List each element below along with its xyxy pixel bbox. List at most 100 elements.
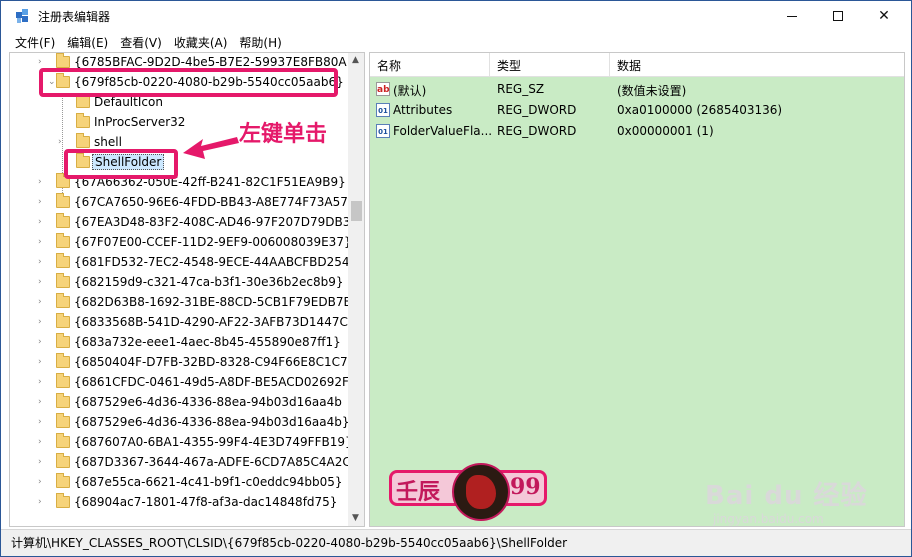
menu-edit[interactable]: 编辑(E)	[61, 32, 114, 52]
value-data: (数值未设置)	[617, 84, 687, 98]
tree-row[interactable]: › {682D63B8-1692-31BE-88CD-5CB1F79EDB7B}	[10, 293, 359, 313]
expand-icon[interactable]: ›	[38, 178, 47, 187]
expand-icon[interactable]: ›	[38, 478, 47, 487]
maximize-button[interactable]	[815, 1, 861, 31]
window-title: 注册表编辑器	[38, 10, 111, 24]
expand-icon[interactable]: ›	[38, 198, 47, 207]
value-row[interactable]: 01 Attributes REG_DWORD 0xa0100000 (2685…	[370, 100, 904, 121]
folder-icon	[56, 333, 70, 348]
expand-icon[interactable]: ›	[38, 418, 47, 427]
folder-icon	[56, 493, 70, 508]
minimize-icon	[787, 15, 797, 17]
tree-label: {687529e6-4d36-4336-88ea-94b03d16aa4b	[74, 395, 342, 409]
tree-row[interactable]: › {687607A0-6BA1-4355-99F4-4E3D749FFB19}	[10, 433, 353, 453]
tree-scrollbar[interactable]: ▲ ▼	[348, 53, 364, 526]
expand-icon[interactable]: ›	[38, 218, 47, 227]
tree-label: {6850404F-D7FB-32BD-8328-C94F66E8C1C7}	[74, 355, 356, 369]
tree-label: {67CA7650-96E6-4FDD-BB43-A8E774F73A57}	[74, 195, 356, 209]
expand-icon[interactable]: ›	[38, 458, 47, 467]
status-path: 计算机\HKEY_CLASSES_ROOT\CLSID\{679f85cb-02…	[11, 536, 568, 550]
folder-icon	[56, 193, 70, 208]
minimize-button[interactable]	[769, 1, 815, 31]
folder-icon	[56, 373, 70, 388]
maximize-icon	[833, 11, 843, 21]
expand-icon[interactable]: ›	[38, 298, 47, 307]
folder-icon	[56, 213, 70, 228]
expand-icon[interactable]: ›	[38, 438, 47, 447]
value-name: FolderValueFla...	[393, 124, 493, 138]
key-highlight-box	[39, 68, 338, 97]
close-icon: ✕	[878, 8, 890, 24]
tree-row[interactable]: › {683a732e-eee1-4aec-8b45-455890e87ff1}	[10, 333, 348, 353]
menu-file[interactable]: 文件(F)	[1, 32, 61, 52]
tree-row[interactable]: › {67CA7650-96E6-4FDD-BB43-A8E774F73A57}	[10, 193, 356, 213]
value-row[interactable]: 01 FolderValueFla... REG_DWORD 0x0000000…	[370, 121, 904, 142]
tree-row[interactable]: › {687e55ca-6621-4c41-b9f1-c0eddc94bb05}	[10, 473, 348, 493]
value-data: 0x00000001 (1)	[617, 124, 714, 138]
tree-row[interactable]: › {6850404F-D7FB-32BD-8328-C94F66E8C1C7}	[10, 353, 355, 373]
expand-icon[interactable]: ›	[38, 238, 47, 247]
scroll-up-icon[interactable]: ▲	[352, 55, 359, 65]
folder-icon	[56, 313, 70, 328]
tree-row[interactable]: › {67A66362-050E-42ff-B241-82C1F51EA9B9}	[10, 173, 348, 193]
tree-label: {67EA3D48-83F2-408C-AD46-97F207D79DB3}	[74, 215, 359, 229]
scroll-thumb[interactable]	[351, 201, 362, 221]
tree-label: {682D63B8-1692-31BE-88CD-5CB1F79EDB7B}	[74, 295, 360, 309]
tree-label: DefaultIcon	[94, 95, 163, 109]
expand-icon[interactable]: ›	[38, 378, 47, 387]
folder-icon	[56, 433, 70, 448]
expand-icon[interactable]: ›	[38, 498, 47, 507]
column-header-type[interactable]: 类型	[490, 53, 610, 77]
expand-icon[interactable]: ›	[38, 58, 47, 67]
folder-icon	[56, 473, 70, 488]
expand-icon[interactable]: ›	[38, 338, 47, 347]
tree-label: {687607A0-6BA1-4355-99F4-4E3D749FFB19}	[74, 435, 353, 449]
expand-icon[interactable]: ›	[38, 398, 47, 407]
tree-label: {6785BFAC-9D2D-4be5-B7E2-59937E8FB80A}	[74, 55, 355, 69]
pointer-arrow-icon	[183, 137, 239, 159]
menu-bar: 文件(F) 编辑(E) 查看(V) 收藏夹(A) 帮助(H)	[1, 32, 911, 52]
folder-icon	[56, 273, 70, 288]
value-name: Attributes	[393, 103, 453, 117]
menu-view[interactable]: 查看(V)	[114, 32, 168, 52]
tree-row[interactable]: › {6861CFDC-0461-49d5-A8DF-BE5ACD02692F}	[10, 373, 357, 393]
menu-favorites[interactable]: 收藏夹(A)	[168, 32, 234, 52]
dword-value-icon: 01	[376, 103, 390, 117]
tree-label: {687529e6-4d36-4336-88ea-94b03d16aa4b}	[74, 415, 350, 429]
tree-row[interactable]: › {67EA3D48-83F2-408C-AD46-97F207D79DB3}	[10, 213, 358, 233]
value-row[interactable]: ab (默认) REG_SZ (数值未设置)	[370, 79, 904, 100]
expand-icon[interactable]: ›	[58, 138, 67, 147]
value-type: REG_SZ	[497, 82, 545, 96]
annotation-text: 左键单击	[239, 121, 328, 147]
menu-help[interactable]: 帮助(H)	[233, 32, 287, 52]
regedit-icon	[16, 9, 28, 23]
folder-icon	[56, 53, 70, 68]
title-bar: 注册表编辑器 ✕	[1, 1, 911, 32]
expand-icon[interactable]: ›	[38, 318, 47, 327]
expand-icon[interactable]: ›	[38, 278, 47, 287]
shellfolder-highlight-box	[64, 149, 178, 179]
scroll-down-icon[interactable]: ▼	[352, 513, 359, 523]
expand-icon[interactable]: ›	[38, 358, 47, 367]
tree-row[interactable]: › {687D3367-3644-467a-ADFE-6CD7A85C4A2C}	[10, 453, 358, 473]
dword-value-icon: 01	[376, 124, 390, 138]
tree-row[interactable]: › {68904ac7-1801-47f8-af3a-dac14848fd75}	[10, 493, 348, 513]
value-type: REG_DWORD	[497, 103, 577, 117]
folder-icon	[56, 253, 70, 268]
tree-label: {6861CFDC-0461-49d5-A8DF-BE5ACD02692F}	[74, 375, 357, 389]
tree-row[interactable]: › {681FD532-7EC2-4548-9ECE-44AABCFBD254}	[10, 253, 357, 273]
badge-text-left: 壬辰	[396, 479, 441, 505]
column-header-name[interactable]: 名称	[370, 53, 490, 77]
tree-row[interactable]: › {6833568B-541D-4290-AF22-3AFB73D1447C}	[10, 313, 355, 333]
values-pane[interactable]: 名称 类型 数据 ab (默认) REG_SZ (数值未设置) 01 Attri…	[369, 52, 905, 527]
badge-text-right: 99	[510, 474, 541, 500]
tree-row[interactable]: › {687529e6-4d36-4336-88ea-94b03d16aa4b	[10, 393, 348, 413]
close-button[interactable]: ✕	[861, 1, 907, 31]
tree-row[interactable]: › {687529e6-4d36-4336-88ea-94b03d16aa4b}	[10, 413, 350, 433]
expand-icon[interactable]: ›	[38, 258, 47, 267]
tree-row-selected[interactable]: ShellFolder	[10, 153, 348, 173]
column-header-data[interactable]: 数据	[610, 53, 904, 77]
folder-icon	[56, 353, 70, 368]
tree-row[interactable]: › {682159d9-c321-47ca-b3f1-30e36b2ec8b9}	[10, 273, 348, 293]
tree-row[interactable]: › {67F07E00-CCEF-11D2-9EF9-006008039E37}	[10, 233, 352, 253]
